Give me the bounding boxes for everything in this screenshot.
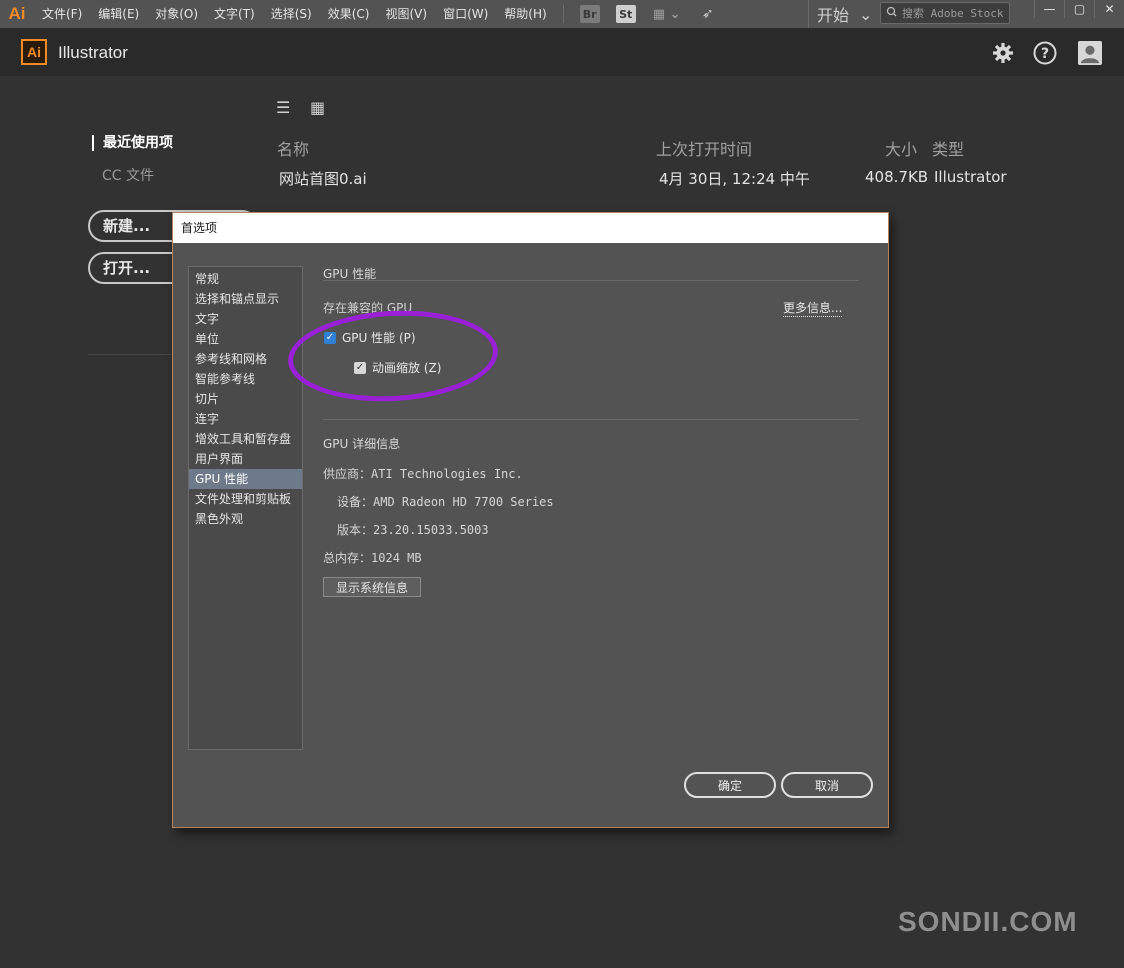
user-avatar-icon[interactable]: [1078, 41, 1102, 65]
highlight-ellipse: [285, 305, 501, 407]
workspace-label: 开始: [817, 6, 850, 25]
close-icon[interactable]: ✕: [1094, 0, 1124, 18]
category-item[interactable]: 智能参考线: [189, 369, 302, 389]
cancel-button[interactable]: 取消: [781, 772, 873, 798]
category-item[interactable]: 文字: [189, 309, 302, 329]
watermark: SONDII.COM: [898, 906, 1078, 937]
menu-help[interactable]: 帮助(H): [496, 0, 554, 28]
category-item[interactable]: 用户界面: [189, 449, 302, 469]
file-name[interactable]: 网站首图0.ai: [279, 168, 367, 189]
version-value: 23.20.15033.5003: [373, 523, 489, 537]
category-item[interactable]: 连字: [189, 409, 302, 429]
column-header-last-opened[interactable]: 上次打开时间: [656, 136, 752, 160]
rocket-icon[interactable]: ➶: [698, 5, 718, 23]
category-list: 常规 选择和锚点显示 文字 单位 参考线和网格 智能参考线 切片 连字 增效工具…: [188, 266, 303, 750]
sidebar-divider: [88, 354, 174, 355]
device-label: 设备：: [337, 495, 374, 509]
menu-type[interactable]: 文字(T): [206, 0, 263, 28]
section-divider: [323, 280, 859, 281]
svg-text:?: ?: [1041, 46, 1049, 62]
memory-line: 总内存：1024 MB: [323, 549, 422, 566]
menu-select[interactable]: 选择(S): [263, 0, 320, 28]
memory-value: 1024 MB: [371, 551, 422, 565]
chevron-down-icon: ⌄: [859, 4, 873, 24]
checkbox-checked-icon: ✓: [354, 361, 366, 374]
dialog-title[interactable]: 首选项: [173, 213, 888, 243]
memory-label: 总内存：: [323, 551, 372, 565]
animated-zoom-label: 动画缩放 (Z): [372, 361, 442, 375]
search-icon: [885, 6, 899, 21]
vendor-label: 供应商：: [323, 467, 372, 481]
category-item[interactable]: 选择和锚点显示: [189, 289, 302, 309]
app-logo-small: Ai: [8, 4, 26, 23]
preferences-dialog: 首选项 常规 选择和锚点显示 文字 单位 参考线和网格 智能参考线 切片 连字 …: [172, 212, 889, 828]
compat-gpu-text: 存在兼容的 GPU: [323, 301, 413, 315]
column-header-size[interactable]: 大小: [885, 136, 917, 160]
category-item[interactable]: 参考线和网格: [189, 349, 302, 369]
nav-cc-files[interactable]: CC 文件: [102, 165, 154, 185]
device-value: AMD Radeon HD 7700 Series: [373, 495, 554, 509]
details-divider: [323, 419, 859, 420]
minimize-icon[interactable]: —: [1034, 0, 1064, 18]
menu-view[interactable]: 视图(V): [377, 0, 435, 28]
category-item[interactable]: 单位: [189, 329, 302, 349]
category-item-active[interactable]: GPU 性能: [189, 469, 302, 489]
app-header: Ai Illustrator ?: [0, 28, 1124, 76]
search-placeholder: 搜索 Adobe Stock: [902, 7, 1004, 20]
app-logo: Ai: [21, 39, 47, 65]
ok-button[interactable]: 确定: [684, 772, 776, 798]
vendor-line: 供应商：ATI Technologies Inc.: [323, 465, 523, 482]
column-header-type[interactable]: 类型: [932, 136, 964, 160]
device-line: 设备：AMD Radeon HD 7700 Series: [337, 493, 554, 510]
category-item[interactable]: 切片: [189, 389, 302, 409]
category-item[interactable]: 黑色外观: [189, 509, 302, 529]
menu-separator: [562, 5, 564, 23]
menu-effect[interactable]: 效果(C): [320, 0, 378, 28]
stock-search-input[interactable]: 搜索 Adobe Stock: [880, 2, 1010, 24]
gpu-performance-checkbox[interactable]: ✓ GPU 性能 (P): [324, 329, 416, 346]
column-header-name[interactable]: 名称: [277, 136, 309, 160]
menu-edit[interactable]: 编辑(E): [90, 0, 147, 28]
file-type: Illustrator: [934, 168, 1007, 186]
gpu-performance-label: GPU 性能 (P): [342, 331, 416, 345]
workspace-switcher[interactable]: 开始 ⌄: [808, 0, 872, 28]
gear-icon[interactable]: [991, 41, 1015, 65]
show-system-info-button[interactable]: 显示系统信息: [323, 577, 421, 597]
version-line: 版本：23.20.15033.5003: [337, 521, 489, 538]
category-item[interactable]: 增效工具和暂存盘: [189, 429, 302, 449]
app-title: Illustrator: [58, 43, 128, 62]
maximize-icon[interactable]: ▢: [1064, 0, 1094, 18]
grid-view-icon[interactable]: ▦: [310, 100, 326, 116]
nav-recent[interactable]: 最近使用项: [92, 135, 173, 151]
help-icon[interactable]: ?: [1033, 41, 1057, 65]
bridge-icon[interactable]: Br: [579, 5, 600, 23]
version-label: 版本：: [337, 523, 374, 537]
window-controls: — ▢ ✕: [1034, 0, 1124, 20]
category-item[interactable]: 文件处理和剪贴板: [189, 489, 302, 509]
animated-zoom-checkbox[interactable]: ✓ 动画缩放 (Z): [354, 359, 441, 376]
category-item[interactable]: 常规: [189, 269, 302, 289]
file-last-opened: 4月 30日, 12:24 中午: [659, 170, 810, 188]
more-info-link[interactable]: 更多信息...: [783, 299, 843, 317]
file-size: 408.7KB: [865, 168, 929, 186]
checkbox-checked-icon: ✓: [324, 331, 336, 344]
vendor-value: ATI Technologies Inc.: [371, 467, 523, 481]
stock-icon[interactable]: St: [615, 5, 636, 23]
menu-file[interactable]: 文件(F): [34, 0, 90, 28]
menu-window[interactable]: 窗口(W): [435, 0, 496, 28]
details-title: GPU 详细信息: [323, 437, 401, 451]
menu-object[interactable]: 对象(O): [147, 0, 206, 28]
list-view-icon[interactable]: ☰: [276, 100, 292, 116]
arrange-documents-icon[interactable]: ▦ ⌄: [652, 5, 682, 23]
